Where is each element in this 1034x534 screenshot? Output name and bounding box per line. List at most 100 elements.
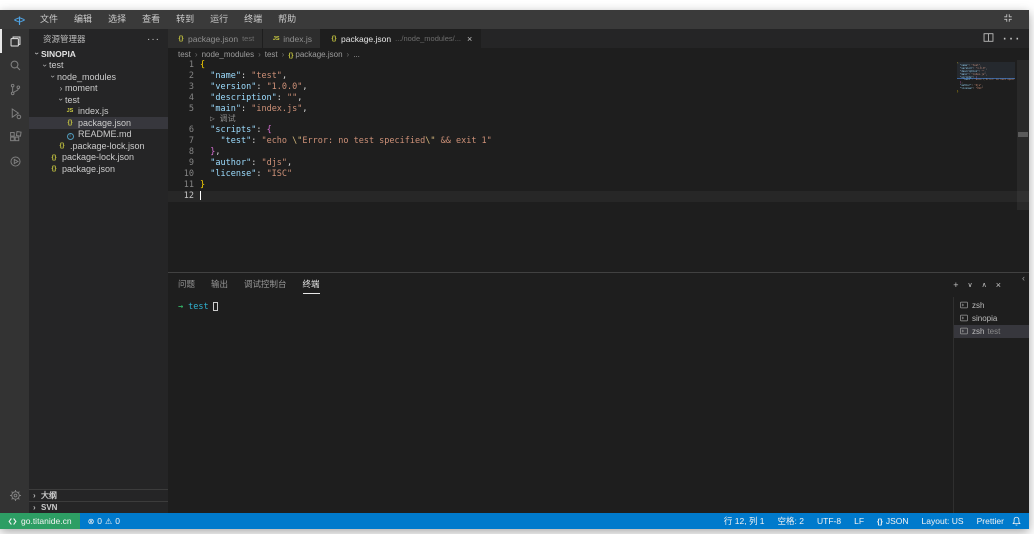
menu-selection[interactable]: 选择	[100, 10, 134, 29]
terminal-hint: test	[987, 327, 1000, 336]
panel-header: 问题输出调试控制台终端 + ∨ ∧ ×	[168, 273, 1029, 294]
menu-edit[interactable]: 编辑	[66, 10, 100, 29]
terminal-instance-zsh[interactable]: zsh	[954, 299, 1029, 312]
panel-tab-debug-console[interactable]: 调试控制台	[244, 278, 287, 294]
breadcrumb-item-test[interactable]: test	[265, 50, 278, 59]
status-formatter[interactable]: Prettier	[977, 516, 1004, 526]
menu-go[interactable]: 转到	[168, 10, 202, 29]
tab-package-json-node-modules[interactable]: {}package.json.../node_modules/...×	[321, 29, 481, 48]
code-line-1: 1{	[168, 60, 1029, 71]
status-layout[interactable]: Layout: US	[922, 516, 964, 526]
sidebar-section-outline[interactable]: ›大纲	[29, 489, 168, 501]
chevron-expanded-icon: ›	[41, 61, 50, 69]
close-panel-icon[interactable]: ×	[996, 280, 1001, 290]
terminal-dropdown-icon[interactable]: ∨	[967, 281, 972, 289]
json-file-icon: {}	[288, 52, 293, 59]
js-file-icon: JS	[271, 36, 281, 42]
tree-item-label: package-lock.json	[62, 152, 134, 162]
split-editor-icon[interactable]	[983, 30, 994, 48]
sidebar-sections: ›大纲›SVN	[29, 489, 168, 513]
tree-item-sinopia[interactable]: ›SINOPIA	[29, 48, 168, 60]
editor-group: {}package.jsontestJSindex.js{}package.js…	[168, 29, 1029, 513]
new-terminal-icon[interactable]: +	[953, 280, 958, 290]
scrollbar-thumb[interactable]	[1018, 132, 1028, 137]
explorer-icon[interactable]	[0, 29, 29, 53]
error-count: 0	[97, 516, 102, 526]
explorer-more-actions-icon[interactable]: ···	[147, 34, 160, 45]
status-eol[interactable]: LF	[854, 516, 864, 526]
tab-bar: {}package.jsontestJSindex.js{}package.js…	[168, 29, 1029, 48]
remote-host: go.titanide.cn	[21, 516, 72, 526]
status-language-mode[interactable]: {}JSON	[877, 516, 909, 526]
extensions-icon[interactable]	[0, 125, 29, 149]
line-number: 8	[168, 147, 194, 158]
file-tree: ›SINOPIA›test›node_modules›moment›testJS…	[29, 48, 168, 175]
json-file-icon: {}	[49, 154, 59, 161]
json-file-icon: {}	[176, 35, 186, 42]
json-file-icon: {}	[57, 142, 67, 149]
terminal-icon	[960, 314, 972, 324]
tree-item-package-json[interactable]: {}package.json	[29, 117, 168, 129]
panel-tab-output[interactable]: 输出	[211, 278, 228, 294]
codelens-debug[interactable]: ▷ 调试	[168, 114, 1029, 125]
run-debug-icon[interactable]	[0, 101, 29, 125]
menu-terminal[interactable]: 终端	[236, 10, 270, 29]
app-logo-icon: <|>	[14, 15, 24, 25]
code-editor[interactable]: 1{2 "name": "test",3 "version": "1.0.0",…	[168, 60, 1029, 272]
search-icon[interactable]	[0, 53, 29, 77]
error-icon: ⊗	[88, 517, 95, 526]
minimap[interactable]: { "name": "test", "version": "1.0.0", "d…	[957, 62, 1015, 94]
tree-item-readme-md[interactable]: iREADME.md	[29, 129, 168, 141]
breadcrumb-item-node-modules[interactable]: node_modules	[202, 50, 254, 59]
sidebar-section-svn[interactable]: ›SVN	[29, 501, 168, 513]
breadcrumb-item-package-json[interactable]: {}package.json	[288, 50, 342, 59]
tab-package-json-test[interactable]: {}package.jsontest	[168, 29, 263, 48]
restore-window-icon[interactable]	[1003, 13, 1013, 25]
minimap-slider[interactable]	[957, 62, 1015, 79]
manage-gear-icon[interactable]	[0, 483, 29, 507]
terminal-name: sinopia	[972, 314, 997, 323]
breadcrumb-item-[interactable]: ...	[353, 50, 360, 59]
tree-item-test[interactable]: ›test	[29, 60, 168, 72]
status-encoding[interactable]: UTF-8	[817, 516, 841, 526]
line-number: 9	[168, 158, 194, 169]
maximize-panel-icon[interactable]: ∧	[982, 281, 987, 289]
tree-item-label: README.md	[78, 129, 132, 139]
tab-index-js[interactable]: JSindex.js	[263, 29, 321, 48]
tree-item-label: node_modules	[57, 72, 116, 82]
remote-indicator[interactable]: go.titanide.cn	[0, 513, 80, 529]
chevron-expanded-icon: ›	[33, 50, 42, 58]
chevron-collapsed-icon: ›	[33, 491, 41, 500]
menu-view[interactable]: 查看	[134, 10, 168, 29]
terminal-output[interactable]: →test	[168, 295, 1029, 312]
editor-scrollbar[interactable]	[1017, 60, 1029, 272]
tree-item-package-json[interactable]: {}package.json	[29, 163, 168, 175]
terminal-instance-zsh-test[interactable]: zshtest	[954, 325, 1029, 338]
menu-run[interactable]: 运行	[202, 10, 236, 29]
tree-item-node-modules[interactable]: ›node_modules	[29, 71, 168, 83]
notifications-bell-icon[interactable]	[1012, 516, 1029, 526]
breadcrumb-separator: ›	[282, 50, 285, 59]
breadcrumb-item-test[interactable]: test	[178, 50, 191, 59]
tree-item-package-lock-json[interactable]: {}package-lock.json	[29, 152, 168, 164]
problems-status[interactable]: ⊗ 0 ⚠ 0	[80, 516, 128, 526]
js-file-icon: JS	[65, 108, 75, 114]
editor-more-actions-icon[interactable]: ···	[1002, 30, 1021, 48]
tab-label: index.js	[283, 34, 312, 44]
line-number: 7	[168, 136, 194, 147]
tree-item-package-lock-json[interactable]: {}.package-lock.json	[29, 140, 168, 152]
tree-item-moment[interactable]: ›moment	[29, 83, 168, 95]
source-control-icon[interactable]	[0, 77, 29, 101]
terminal-instance-sinopia[interactable]: sinopia	[954, 312, 1029, 325]
close-tab-icon[interactable]: ×	[467, 34, 472, 44]
status-indentation[interactable]: 空格: 2	[778, 515, 804, 527]
panel-tab-problems[interactable]: 问题	[178, 278, 195, 294]
breadcrumb: test›node_modules›test›{}package.json›..…	[168, 48, 1029, 60]
remote-run-icon[interactable]	[0, 149, 29, 173]
status-cursor-position[interactable]: 行 12, 列 1	[724, 515, 765, 527]
tree-item-test[interactable]: ›test	[29, 94, 168, 106]
tree-item-index-js[interactable]: JSindex.js	[29, 106, 168, 118]
panel-tab-terminal[interactable]: 终端	[303, 278, 320, 294]
menu-help[interactable]: 帮助	[270, 10, 304, 29]
menu-file[interactable]: 文件	[32, 10, 66, 29]
